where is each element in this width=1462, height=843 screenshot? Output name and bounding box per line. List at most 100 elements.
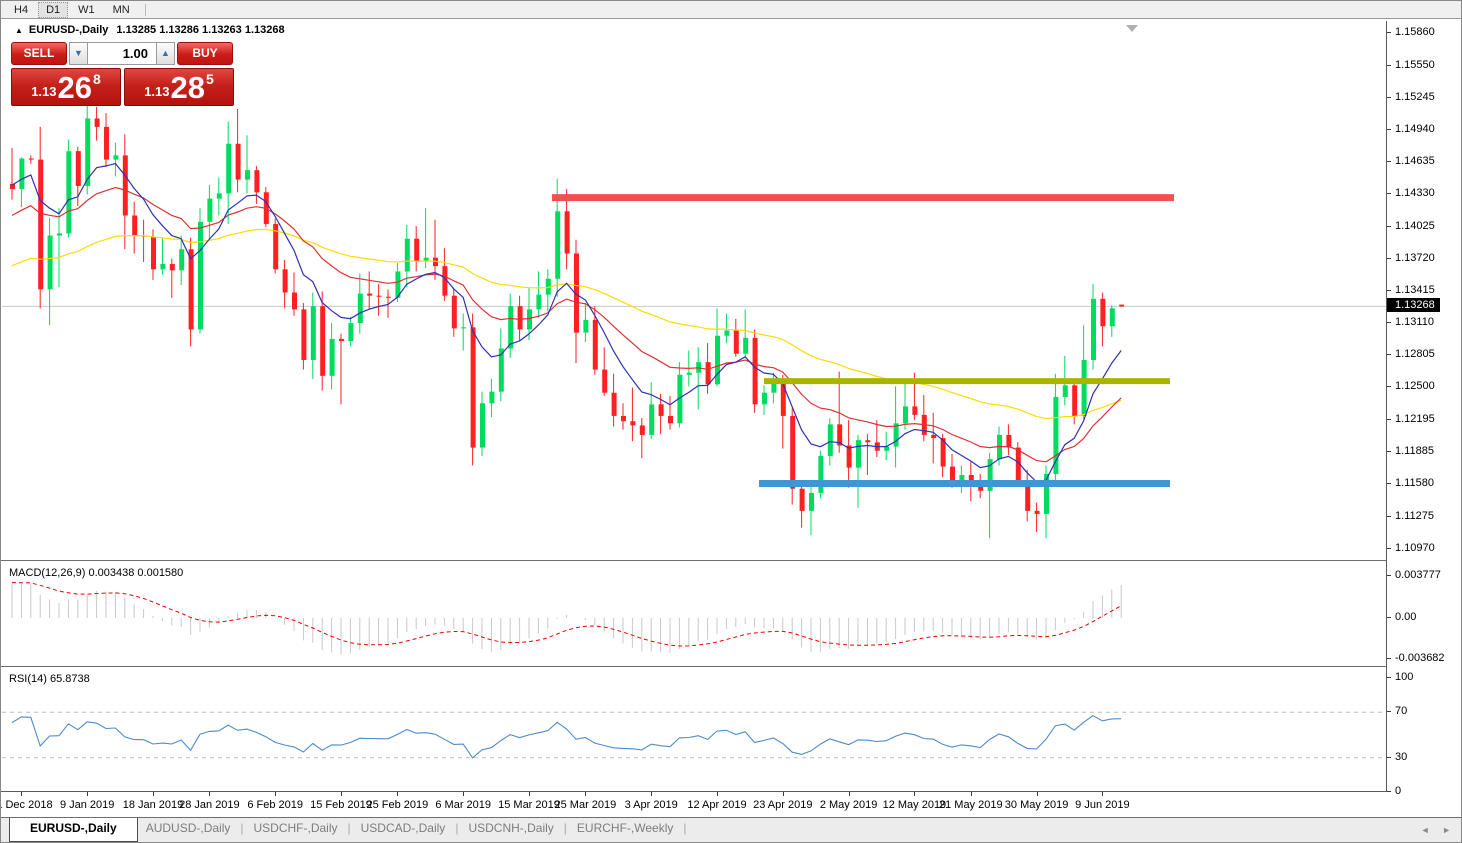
symbol-tab-audusd[interactable]: AUDUSD-,Daily: [138, 818, 239, 838]
time-axis-tick: [585, 792, 586, 796]
timeframe-button-mn[interactable]: MN: [105, 2, 138, 18]
candle-body: [160, 264, 165, 269]
macd-axis-value: 0.003777: [1395, 569, 1441, 581]
price-axis-label: 1.14635: [1387, 155, 1435, 167]
time-axis-tick: [914, 792, 915, 796]
timeframe-button-w1[interactable]: W1: [70, 2, 103, 18]
rsi-indicator-label: RSI(14) 65.8738: [9, 673, 90, 685]
symbol-tab-usdcad[interactable]: USDCAD-,Daily: [353, 818, 454, 838]
price-axis-label: 1.10970: [1387, 542, 1435, 554]
price-axis-label: 1.12195: [1387, 413, 1435, 425]
volume-stepper: ▼ 1.00 ▲: [69, 42, 175, 65]
ask-price-sup: 5: [206, 71, 214, 87]
candle-body: [1119, 305, 1124, 307]
tab-scroll-left-icon[interactable]: ◄: [1421, 825, 1430, 835]
candle-body: [377, 296, 382, 297]
macd-signal-line: [12, 583, 1121, 646]
candle-body: [292, 293, 297, 310]
candle-body: [1110, 308, 1115, 326]
candle-body: [593, 320, 598, 370]
price-axis-label: 1.14330: [1387, 187, 1435, 199]
price-axis-label: 1.11275: [1387, 510, 1434, 522]
rsi-axis-value: 70: [1395, 705, 1407, 717]
rsi-axis-label: 100: [1387, 671, 1413, 683]
candle-body: [583, 320, 588, 333]
buy-button[interactable]: BUY: [177, 42, 233, 65]
symbol-tab-eurchf[interactable]: EURCHF-,Weekly: [569, 818, 681, 838]
candle-body: [480, 403, 485, 447]
volume-input[interactable]: 1.00: [88, 42, 156, 65]
price-axis-tick: [1387, 354, 1391, 355]
candle-body: [1063, 385, 1068, 397]
candle-body: [367, 294, 372, 296]
price-axis-tick: [1387, 322, 1391, 323]
tab-separator: |: [346, 818, 353, 838]
collapse-panel-icon[interactable]: ▲: [15, 26, 23, 35]
timeframe-button-h4[interactable]: H4: [6, 2, 36, 18]
candle-body: [1100, 299, 1105, 326]
candle-body: [818, 456, 823, 493]
ask-price-big: 28: [171, 71, 205, 105]
buy-quote-box[interactable]: 1.13 28 5: [124, 68, 234, 106]
chart-header: ▲EURUSD-,Daily1.13285 1.13286 1.13263 1.…: [15, 24, 285, 36]
candle-body: [151, 237, 156, 270]
price-axis-label: 1.12805: [1387, 348, 1435, 360]
tab-scroll-right-icon[interactable]: ►: [1442, 825, 1451, 835]
bid-price-prefix: 1.13: [31, 84, 56, 99]
price-axis[interactable]: 1.158601.155501.152451.149401.146351.143…: [1386, 21, 1461, 792]
rsi-axis-tick: [1387, 791, 1391, 792]
current-price-badge: 1.13268: [1387, 298, 1440, 312]
price-axis-tick: [1387, 548, 1391, 549]
candle-body: [659, 404, 664, 416]
price-axis-value: 1.11885: [1395, 445, 1434, 457]
timeframe-button-d1[interactable]: D1: [38, 2, 68, 18]
candle-body: [734, 330, 739, 353]
price-axis-label: 1.14940: [1387, 123, 1435, 135]
time-axis[interactable]: 31 Dec 20189 Jan 201918 Jan 201928 Jan 2…: [2, 792, 1386, 817]
price-axis-value: 1.14025: [1395, 220, 1435, 232]
candle-body: [800, 489, 805, 511]
candle-body: [198, 222, 203, 330]
symbol-tab-usdchf[interactable]: USDCHF-,Daily: [246, 818, 346, 838]
candle-body: [912, 406, 917, 414]
symbol-tab-eurusd[interactable]: EURUSD-,Daily: [9, 818, 138, 842]
candle-body: [762, 393, 767, 405]
price-axis-label: 1.14025: [1387, 220, 1435, 232]
price-axis-value: 1.14330: [1395, 187, 1435, 199]
price-axis-value: 1.12195: [1395, 413, 1435, 425]
candle-body: [301, 309, 306, 360]
price-axis-value: 1.15860: [1395, 26, 1435, 38]
symbol-tab-bar: EURUSD-,DailyAUDUSD-,Daily|USDCHF-,Daily…: [1, 817, 1461, 843]
volume-down-button[interactable]: ▼: [69, 42, 88, 65]
macd-axis-tick: [1387, 658, 1391, 659]
time-axis-tick: [849, 792, 850, 796]
candle-body: [320, 306, 325, 376]
candle-body: [518, 306, 523, 329]
candle-body: [414, 239, 419, 261]
candle-body: [461, 327, 466, 328]
symbol-tab-usdcnh[interactable]: USDCNH-,Daily: [460, 818, 561, 838]
candle-body: [743, 338, 748, 354]
volume-up-button[interactable]: ▲: [156, 42, 175, 65]
candle-body: [113, 155, 118, 159]
chart-shift-marker-icon[interactable]: [1126, 25, 1138, 32]
candle-body: [236, 144, 241, 180]
candle-body: [649, 404, 654, 435]
price-axis-value: 1.14940: [1395, 123, 1435, 135]
rsi-axis-tick: [1387, 711, 1391, 712]
macd-pane-canvas[interactable]: [2, 562, 1386, 666]
candle-body: [706, 362, 711, 384]
sell-button[interactable]: SELL: [11, 42, 67, 65]
sell-quote-box[interactable]: 1.13 26 8: [11, 68, 121, 106]
candle-body: [283, 269, 288, 292]
macd-axis-tick: [1387, 575, 1391, 576]
candle-body: [903, 406, 908, 423]
rsi-pane-canvas[interactable]: [2, 668, 1386, 791]
candle-body: [969, 475, 974, 480]
macd-histogram: [12, 583, 1121, 654]
tab-separator: |: [681, 818, 688, 838]
candle-body: [1035, 511, 1040, 514]
candle-body: [489, 392, 494, 404]
candle-body: [508, 306, 513, 348]
time-axis-tick: [971, 792, 972, 796]
